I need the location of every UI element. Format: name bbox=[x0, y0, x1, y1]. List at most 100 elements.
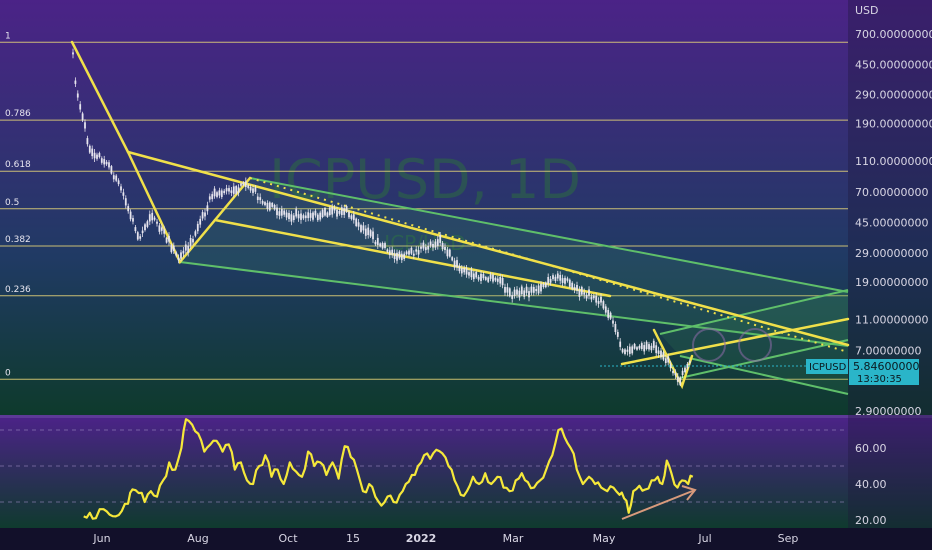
candle-body bbox=[273, 205, 276, 210]
candle-body bbox=[439, 235, 442, 243]
candle-body bbox=[88, 145, 91, 153]
price-tick-label: 2.90000000 bbox=[855, 405, 921, 418]
candle-body bbox=[79, 104, 82, 110]
candle-body bbox=[511, 295, 514, 299]
candle-body bbox=[465, 268, 468, 275]
candle-body bbox=[643, 345, 646, 352]
candle-body bbox=[153, 217, 156, 220]
candle-body bbox=[657, 350, 660, 354]
candle-body bbox=[127, 206, 130, 212]
candle-body bbox=[676, 376, 679, 382]
price-tick-label: 11.00000000 bbox=[855, 313, 928, 326]
candle-body bbox=[268, 202, 271, 211]
candle-body bbox=[120, 186, 122, 191]
candle-body bbox=[278, 211, 281, 216]
fib-level-label: 0.786 bbox=[5, 109, 31, 119]
candle-body bbox=[650, 345, 653, 351]
candle-body bbox=[244, 181, 247, 187]
chart-container: ICPUSD, 1D ICP/USD 1 0.786 0.618 0.5 0.382 0.… bbox=[0, 0, 932, 550]
candle-body bbox=[252, 188, 254, 193]
candle-body bbox=[192, 238, 194, 243]
candle-body bbox=[597, 301, 600, 304]
candle-body bbox=[304, 215, 307, 219]
candle-body bbox=[136, 232, 139, 240]
candle-body bbox=[595, 296, 598, 303]
candle-body bbox=[448, 249, 451, 257]
candle-body bbox=[552, 275, 554, 280]
candle-body bbox=[367, 227, 370, 235]
candle-body bbox=[328, 207, 331, 215]
rsi-pane-background bbox=[0, 418, 932, 528]
fib-level-label: 1 bbox=[5, 31, 11, 41]
candle-body bbox=[549, 278, 552, 283]
candle-body bbox=[463, 268, 466, 273]
candle-body bbox=[76, 93, 79, 98]
time-tick-label: May bbox=[593, 532, 616, 545]
candle-body bbox=[384, 243, 386, 248]
candle-body bbox=[477, 276, 480, 280]
candle-body bbox=[619, 341, 622, 347]
pane-separator[interactable] bbox=[0, 415, 932, 418]
candle-body bbox=[424, 247, 427, 251]
candle-body bbox=[218, 190, 221, 196]
candle-body bbox=[422, 242, 425, 249]
candle-body bbox=[600, 296, 602, 303]
candle-body bbox=[427, 246, 430, 250]
candle-body bbox=[667, 356, 670, 363]
candle-body bbox=[391, 249, 394, 255]
rsi-tick-label: 40.00 bbox=[855, 478, 887, 491]
candle-body bbox=[444, 247, 446, 250]
candle-body bbox=[523, 290, 526, 297]
price-tick-label: 29.00000000 bbox=[855, 247, 928, 260]
candle-body bbox=[292, 215, 295, 220]
rsi-tick-label: 60.00 bbox=[855, 442, 887, 455]
candle-body bbox=[247, 185, 250, 188]
candle-body bbox=[105, 161, 108, 165]
candle-body bbox=[578, 289, 581, 297]
candle-body bbox=[566, 278, 569, 281]
candle-body bbox=[470, 269, 473, 278]
candle-body bbox=[403, 253, 406, 259]
candle-body bbox=[588, 289, 590, 296]
candle-body bbox=[456, 260, 458, 268]
candle-body bbox=[684, 367, 686, 373]
candle-body bbox=[204, 212, 206, 217]
candle-body bbox=[163, 229, 166, 234]
rsi-axis[interactable]: 60.00 40.00 20.00 bbox=[855, 442, 887, 527]
fib-level-label: 0.5 bbox=[5, 198, 19, 208]
candle-body bbox=[300, 213, 302, 220]
candle-body bbox=[146, 221, 149, 227]
candle-body bbox=[614, 324, 617, 332]
candle-body bbox=[542, 283, 545, 287]
candle-body bbox=[513, 289, 516, 296]
candle-body bbox=[516, 289, 518, 295]
candle-body bbox=[144, 224, 146, 231]
candle-body bbox=[412, 253, 415, 256]
candle-body bbox=[679, 377, 682, 385]
candle-body bbox=[216, 192, 218, 197]
time-tick-label: Sep bbox=[778, 532, 799, 545]
candle-body bbox=[93, 152, 96, 159]
candle-body bbox=[499, 277, 502, 284]
candle-body bbox=[468, 272, 470, 276]
currency-label: USD bbox=[855, 4, 879, 17]
candle-body bbox=[561, 278, 564, 283]
candle-body bbox=[655, 345, 658, 354]
candle-body bbox=[688, 360, 691, 363]
candle-body bbox=[451, 257, 454, 261]
candle-body bbox=[324, 208, 326, 216]
candle-body bbox=[504, 287, 506, 293]
candle-body bbox=[360, 225, 362, 232]
candle-body bbox=[348, 211, 350, 218]
candle-body bbox=[374, 241, 377, 245]
candle-body bbox=[134, 227, 137, 232]
candle-body bbox=[616, 332, 619, 337]
candle-body bbox=[84, 122, 86, 129]
candle-body bbox=[362, 225, 365, 231]
candle-body bbox=[194, 231, 197, 236]
candle-body bbox=[568, 279, 571, 287]
candle-body bbox=[573, 287, 576, 290]
candle-body bbox=[230, 190, 233, 193]
candle-body bbox=[208, 196, 211, 200]
candle-body bbox=[285, 212, 288, 218]
